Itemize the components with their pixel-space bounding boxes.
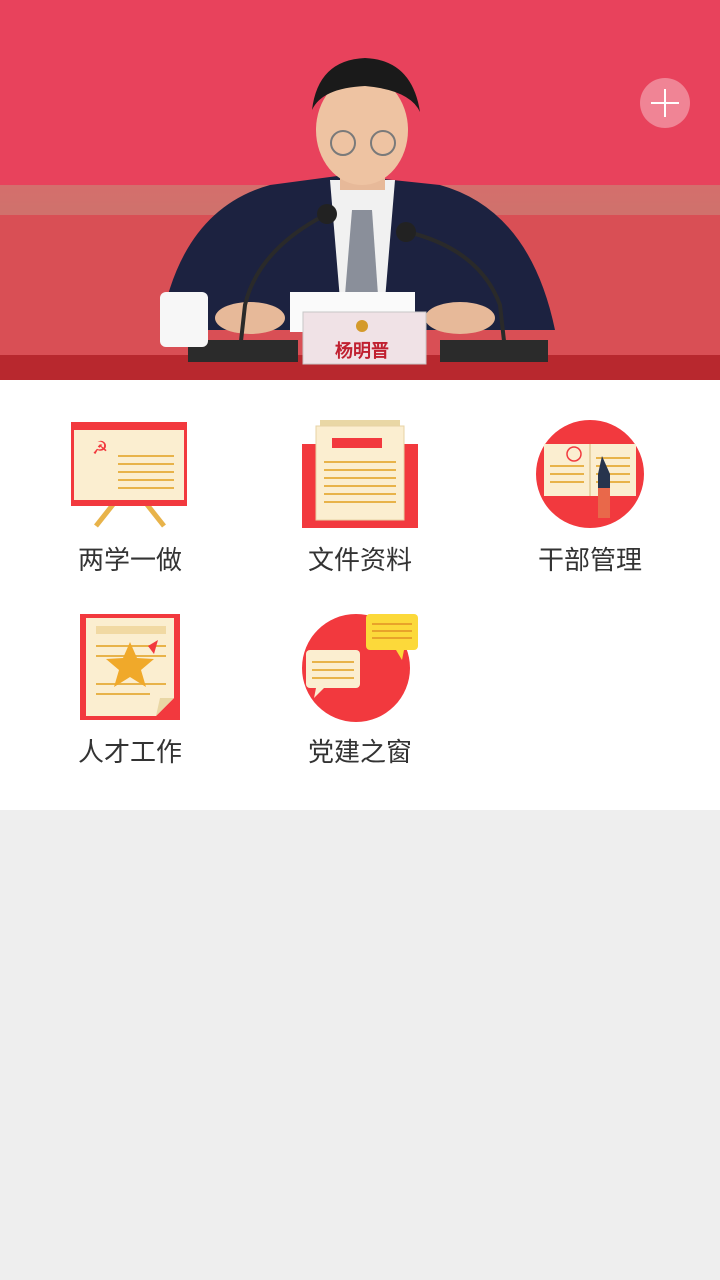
menu-item-party-window[interactable]: 党建之窗 [240, 572, 480, 768]
menu-item-cadre-management[interactable]: 干部管理 [470, 380, 710, 576]
documents-icon [302, 420, 418, 528]
star-certificate-icon [80, 614, 180, 720]
notebook-pen-icon [536, 420, 644, 528]
party-whiteboard-icon: ☭ [71, 422, 187, 528]
menu-grid: ☭ 两学一做 文件资料 干部管理 人才工作 党建之窗 [0, 380, 720, 810]
add-button[interactable] [640, 78, 690, 128]
banner-photo: 杨明晋 [0, 0, 720, 380]
menu-item-two-studies[interactable]: ☭ 两学一做 [10, 380, 250, 576]
menu-item-label: 人才工作 [77, 738, 182, 768]
menu-item-label: 干部管理 [537, 546, 642, 576]
svg-text:☭: ☭ [92, 438, 108, 459]
nameplate-text: 杨明晋 [335, 340, 389, 362]
hero-banner: 杨明晋 [0, 0, 720, 380]
menu-item-label: 党建之窗 [307, 738, 412, 768]
chat-bubbles-icon [302, 614, 418, 722]
menu-item-talent-work[interactable]: 人才工作 [10, 572, 250, 768]
menu-item-documents[interactable]: 文件资料 [240, 380, 480, 576]
